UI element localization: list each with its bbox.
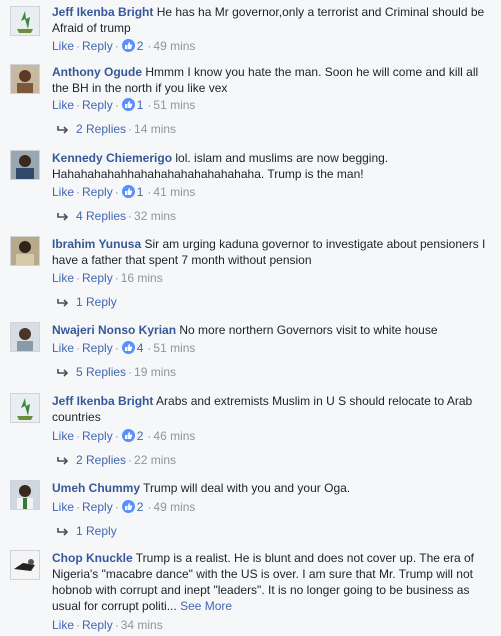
avatar[interactable]: [10, 6, 40, 36]
like-count[interactable]: 2: [137, 500, 144, 514]
comment-actions: Like · Reply · 34 mins: [52, 618, 163, 632]
comment-body: Umeh Chummy Trump will deal with you and…: [52, 480, 493, 496]
avatar[interactable]: [10, 322, 40, 352]
reply-link[interactable]: Reply: [82, 39, 113, 53]
comment-feed: Jeff Ikenba Bright He has ha Mr governor…: [0, 0, 501, 636]
like-link[interactable]: Like: [52, 271, 74, 285]
thumbs-up-icon: [121, 500, 135, 513]
comment-body: Anthony Ogude Hmmm I know you hate the m…: [52, 64, 493, 96]
reply-arrow-icon: [56, 123, 70, 139]
comment-text: Trump will deal with you and your Oga.: [143, 481, 351, 495]
comment-body: Ibrahim Yunusa Sir am urging kaduna gove…: [52, 236, 493, 268]
reply-link[interactable]: Reply: [82, 98, 113, 112]
like-link[interactable]: Like: [52, 429, 74, 443]
view-replies-link[interactable]: 2 Replies: [76, 453, 126, 467]
timestamp[interactable]: 16 mins: [121, 271, 163, 285]
author-name[interactable]: Anthony Ogude: [52, 65, 142, 79]
comment-body: Kennedy Chiemerigo lol. islam and muslim…: [52, 150, 493, 182]
avatar[interactable]: [10, 480, 40, 510]
reply-arrow-icon: [56, 366, 70, 382]
see-more-link[interactable]: See More: [180, 599, 232, 613]
reply-arrow-icon: [56, 525, 70, 541]
avatar[interactable]: [10, 236, 40, 266]
like-link[interactable]: Like: [52, 341, 74, 355]
reply-arrow-icon: [56, 454, 70, 470]
like-count[interactable]: 2: [137, 429, 144, 443]
avatar[interactable]: [10, 550, 40, 580]
comment-body: Nwajeri Nonso Kyrian No more northern Go…: [52, 322, 493, 338]
view-replies-row[interactable]: 1 Reply: [56, 294, 117, 312]
view-replies-link[interactable]: 1 Reply: [76, 524, 117, 538]
reply-arrow-icon: [56, 210, 70, 226]
view-replies-row[interactable]: 2 Replies · 22 mins: [56, 452, 176, 470]
comment-actions: Like · Reply · 1 · 41 mins: [52, 185, 196, 199]
timestamp[interactable]: 41 mins: [153, 185, 195, 199]
author-name[interactable]: Ibrahim Yunusa: [52, 237, 141, 251]
avatar[interactable]: [10, 393, 40, 423]
comment-body: Jeff Ikenba Bright He has ha Mr governor…: [52, 4, 493, 36]
view-replies-row[interactable]: 1 Reply: [56, 523, 117, 541]
reply-link[interactable]: Reply: [82, 341, 113, 355]
like-link[interactable]: Like: [52, 618, 74, 632]
author-name[interactable]: Nwajeri Nonso Kyrian: [52, 323, 176, 337]
author-name[interactable]: Jeff Ikenba Bright: [52, 394, 153, 408]
like-link[interactable]: Like: [52, 185, 74, 199]
like-link[interactable]: Like: [52, 39, 74, 53]
reply-link[interactable]: Reply: [82, 271, 113, 285]
comment-actions: Like · Reply · 1 · 51 mins: [52, 98, 196, 112]
like-link[interactable]: Like: [52, 500, 74, 514]
avatar[interactable]: [10, 64, 40, 94]
thumbs-up-icon: [121, 39, 135, 52]
comment-actions: Like · Reply · 2 · 49 mins: [52, 39, 196, 53]
thumbs-up-icon: [121, 341, 135, 354]
reply-arrow-icon: [56, 296, 70, 312]
comment-actions: Like · Reply · 2 · 46 mins: [52, 429, 196, 443]
thumbs-up-icon: [121, 185, 135, 198]
comment-actions: Like · Reply · 16 mins: [52, 271, 163, 285]
thumbs-up-icon: [121, 98, 135, 111]
view-replies-link[interactable]: 2 Replies: [76, 122, 126, 136]
view-replies-link[interactable]: 5 Replies: [76, 365, 126, 379]
author-name[interactable]: Umeh Chummy: [52, 481, 140, 495]
author-name[interactable]: Chop Knuckle: [52, 551, 133, 565]
timestamp[interactable]: 34 mins: [121, 618, 163, 632]
reply-link[interactable]: Reply: [82, 185, 113, 199]
replies-time: 32 mins: [134, 209, 177, 223]
reply-link[interactable]: Reply: [82, 429, 113, 443]
comment-text: No more northern Governors visit to whit…: [179, 323, 438, 337]
view-replies-row[interactable]: 5 Replies · 19 mins: [56, 364, 176, 382]
timestamp[interactable]: 51 mins: [153, 341, 195, 355]
like-count[interactable]: 1: [137, 98, 144, 112]
comment-actions: Like · Reply · 4 · 51 mins: [52, 341, 196, 355]
reply-link[interactable]: Reply: [82, 618, 113, 632]
view-replies-row[interactable]: 4 Replies · 32 mins: [56, 208, 176, 226]
timestamp[interactable]: 49 mins: [153, 500, 195, 514]
like-count[interactable]: 1: [137, 185, 144, 199]
reply-link[interactable]: Reply: [82, 500, 113, 514]
like-count[interactable]: 2: [137, 39, 144, 53]
view-replies-row[interactable]: 2 Replies · 14 mins: [56, 121, 176, 139]
comment-body: Chop Knuckle Trump is a realist. He is b…: [52, 550, 493, 614]
comment-actions: Like · Reply · 2 · 49 mins: [52, 500, 196, 514]
replies-time: 22 mins: [134, 453, 177, 467]
avatar[interactable]: [10, 150, 40, 180]
view-replies-link[interactable]: 4 Replies: [76, 209, 126, 223]
timestamp[interactable]: 46 mins: [153, 429, 195, 443]
replies-time: 14 mins: [134, 122, 177, 136]
timestamp[interactable]: 49 mins: [153, 39, 195, 53]
view-replies-link[interactable]: 1 Reply: [76, 295, 117, 309]
author-name[interactable]: Jeff Ikenba Bright: [52, 5, 153, 19]
like-link[interactable]: Like: [52, 98, 74, 112]
thumbs-up-icon: [121, 429, 135, 442]
like-count[interactable]: 4: [137, 341, 144, 355]
replies-time: 19 mins: [134, 365, 177, 379]
author-name[interactable]: Kennedy Chiemerigo: [52, 151, 172, 165]
comment-body: Jeff Ikenba Bright Arabs and extremists …: [52, 393, 493, 425]
timestamp[interactable]: 51 mins: [153, 98, 195, 112]
